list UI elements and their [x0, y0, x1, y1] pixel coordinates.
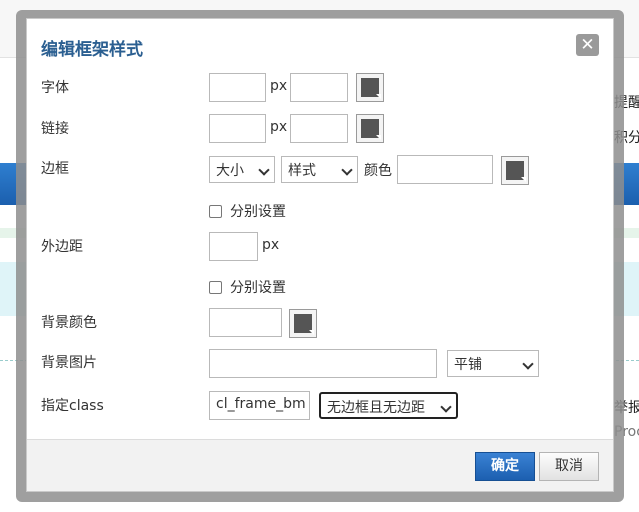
margin-unit: px [262, 237, 280, 253]
chevron-down-icon [440, 401, 452, 413]
dropdown-corner-icon [521, 177, 526, 182]
dropdown-corner-icon [376, 135, 381, 140]
class-preset-value: 无边框且无边距 [327, 400, 425, 416]
chevron-down-icon [258, 164, 270, 176]
border-color-picker[interactable] [501, 156, 529, 185]
close-icon: ✕ [580, 35, 595, 55]
font-size-input[interactable] [209, 73, 266, 102]
link-size-input[interactable] [209, 114, 266, 143]
dialog-footer: 确定 取消 [27, 439, 613, 491]
dropdown-corner-icon [309, 330, 314, 335]
close-button[interactable]: ✕ [576, 34, 599, 56]
bg-image-input[interactable] [209, 349, 437, 378]
link-label: 链接 [41, 121, 69, 137]
margin-label: 外边距 [41, 239, 83, 255]
separate-settings-checkbox[interactable] [209, 205, 222, 218]
separate-settings-label: 分别设置 [230, 204, 286, 220]
separate-settings-1[interactable]: 分别设置 [209, 201, 286, 221]
separate-settings-checkbox[interactable] [209, 281, 222, 294]
border-style-select[interactable]: 样式 [281, 156, 358, 183]
link-second-input[interactable] [290, 114, 348, 143]
dropdown-corner-icon [376, 94, 381, 99]
bg-repeat-select[interactable]: 平铺 [447, 350, 539, 377]
link-unit: px [270, 119, 288, 135]
class-label: 指定class [41, 398, 104, 414]
cancel-button[interactable]: 取消 [539, 452, 599, 481]
border-size-value: 大小 [216, 163, 244, 179]
ok-button[interactable]: 确定 [475, 452, 535, 481]
bg-repeat-value: 平铺 [454, 357, 482, 373]
dialog-title: 编辑框架样式 [41, 40, 143, 60]
border-label: 边框 [41, 161, 69, 177]
font-color-picker[interactable] [356, 73, 384, 102]
chevron-down-icon [522, 358, 534, 370]
margin-input[interactable] [209, 232, 258, 261]
chevron-down-icon [341, 164, 353, 176]
border-color-input[interactable] [397, 155, 493, 184]
edit-frame-style-dialog: 编辑框架样式 ✕ 字体 px 链接 px 边框 大小 样式 颜色 分别设置 外边… [26, 18, 614, 492]
font-second-input[interactable] [290, 73, 348, 102]
font-unit: px [270, 78, 288, 94]
bg-image-label: 背景图片 [41, 355, 97, 371]
class-preset-select[interactable]: 无边框且无边距 [319, 392, 458, 419]
bg-color-picker[interactable] [289, 309, 317, 338]
separate-settings-2[interactable]: 分别设置 [209, 277, 286, 297]
border-color-label: 颜色 [364, 163, 392, 179]
separate-settings-label: 分别设置 [230, 280, 286, 296]
border-style-value: 样式 [288, 163, 316, 179]
class-input[interactable]: cl_frame_bm [209, 391, 310, 420]
bg-color-input[interactable] [209, 308, 282, 337]
border-size-select[interactable]: 大小 [209, 156, 275, 183]
link-color-picker[interactable] [356, 114, 384, 143]
font-label: 字体 [41, 80, 69, 96]
bg-color-label: 背景颜色 [41, 315, 97, 331]
